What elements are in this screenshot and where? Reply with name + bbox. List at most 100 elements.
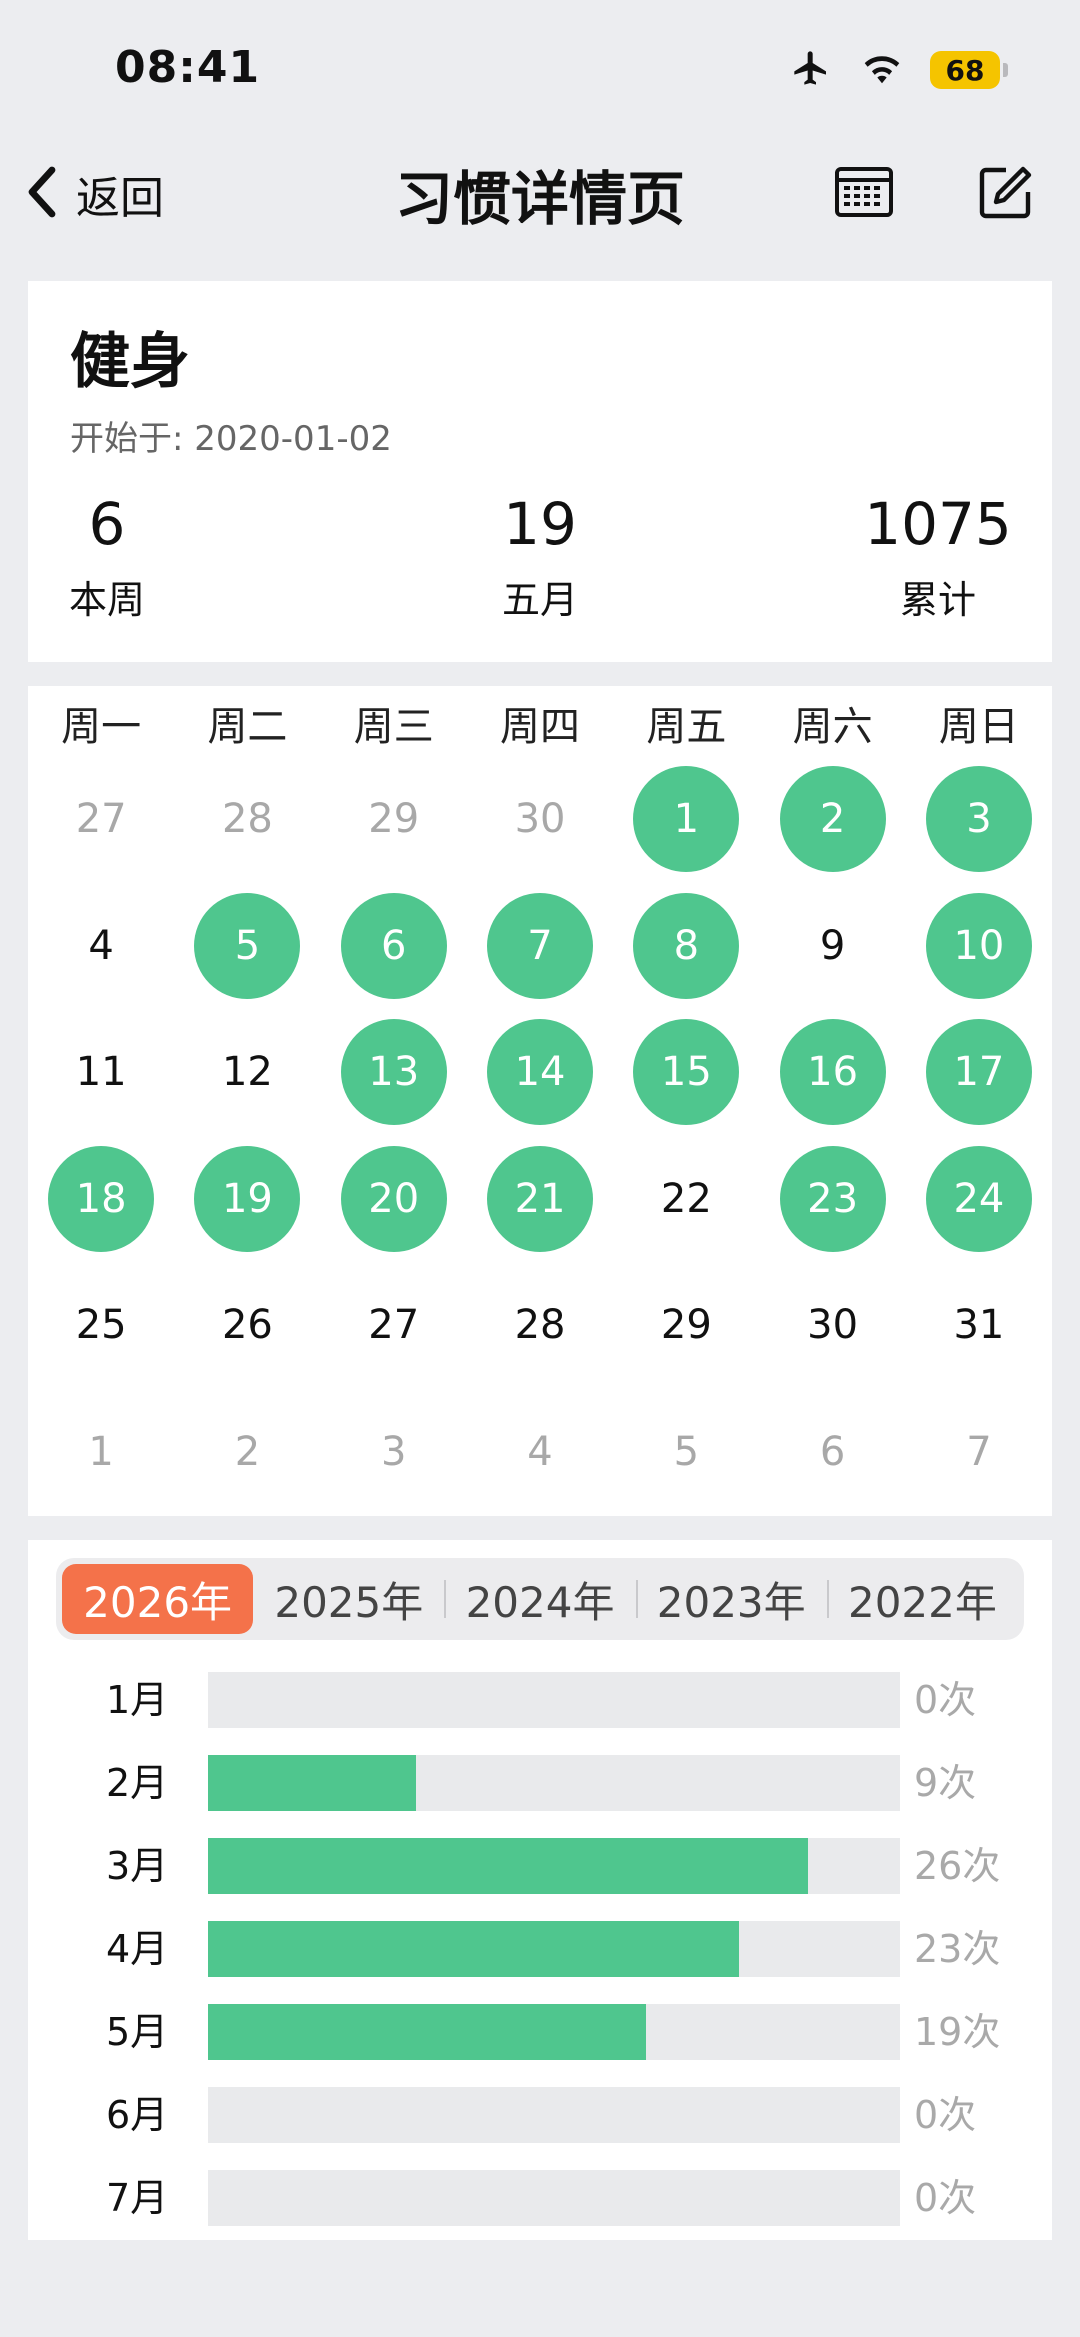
calendar-day-number: 3 xyxy=(381,1428,407,1475)
calendar-day-number: 24 xyxy=(925,1145,1032,1252)
calendar-day[interactable]: 3 xyxy=(321,1389,467,1516)
calendar-day-number: 15 xyxy=(633,1019,740,1126)
calendar-day[interactable]: 12 xyxy=(174,1009,320,1136)
calendar-day[interactable]: 1 xyxy=(28,1389,174,1516)
status-time: 08:41 xyxy=(115,42,261,93)
calendar-day-checked[interactable]: 21 xyxy=(467,1136,613,1263)
calendar-day[interactable]: 30 xyxy=(759,1262,905,1389)
calendar-day-checked[interactable]: 5 xyxy=(174,883,320,1010)
calendar-day[interactable]: 22 xyxy=(613,1136,759,1263)
calendar-day[interactable]: 4 xyxy=(28,883,174,1010)
bar-category-label: 3月 xyxy=(106,1844,169,1888)
calendar-day[interactable]: 31 xyxy=(906,1262,1052,1389)
calendar-day-number: 29 xyxy=(368,796,420,843)
bar-track xyxy=(208,1921,900,1977)
year-tab[interactable]: 2023年 xyxy=(635,1564,827,1634)
calendar-day-number: 2 xyxy=(779,766,886,873)
calendar-day-number: 20 xyxy=(340,1145,447,1252)
year-tab[interactable]: 2026年 xyxy=(62,1564,254,1634)
calendar-day-checked[interactable]: 16 xyxy=(759,1009,905,1136)
calendar-day-number: 3 xyxy=(925,766,1032,873)
calendar-day[interactable]: 28 xyxy=(174,756,320,883)
calendar-day-checked[interactable]: 17 xyxy=(906,1009,1052,1136)
calendar-day[interactable]: 6 xyxy=(759,1389,905,1516)
bar-row: 6月 0次 xyxy=(28,2087,1052,2170)
calendar-day[interactable]: 27 xyxy=(321,1262,467,1389)
stat-total: 1075 累计 xyxy=(848,490,1028,624)
stat-value: 1075 xyxy=(864,490,1012,558)
status-bar: 08:41 68 xyxy=(0,0,1080,140)
calendar-day[interactable]: 25 xyxy=(28,1262,174,1389)
calendar-day-number: 8 xyxy=(633,892,740,999)
calendar-day[interactable]: 26 xyxy=(174,1262,320,1389)
calendar-day-number: 4 xyxy=(527,1428,553,1475)
calendar-day-number: 23 xyxy=(779,1145,886,1252)
calendar-day-checked[interactable]: 10 xyxy=(906,883,1052,1010)
calendar-day-number: 25 xyxy=(75,1302,127,1349)
bar-value-label: 23次 xyxy=(914,1927,1001,1971)
bar-row: 1月 0次 xyxy=(28,1672,1052,1755)
calendar-day-checked[interactable]: 1 xyxy=(613,756,759,883)
bar-category-label: 5月 xyxy=(106,2010,169,2054)
calendar-day-checked[interactable]: 15 xyxy=(613,1009,759,1136)
habit-start-date: 开始于: 2020-01-02 xyxy=(70,419,392,459)
calendar-day-checked[interactable]: 18 xyxy=(28,1136,174,1263)
calendar-day[interactable]: 7 xyxy=(906,1389,1052,1516)
calendar-day-number: 30 xyxy=(807,1302,859,1349)
calendar-day[interactable]: 4 xyxy=(467,1389,613,1516)
bar-row: 2月 9次 xyxy=(28,1755,1052,1838)
calendar-day[interactable]: 27 xyxy=(28,756,174,883)
year-tab[interactable]: 2024年 xyxy=(444,1564,635,1634)
calendar-day-number: 7 xyxy=(487,892,594,999)
calendar-day-number: 6 xyxy=(340,892,447,999)
calendar-day-checked[interactable]: 20 xyxy=(321,1136,467,1263)
calendar-day-checked[interactable]: 23 xyxy=(759,1136,905,1263)
calendar-day-checked[interactable]: 6 xyxy=(321,883,467,1010)
bar-row: 5月 19次 xyxy=(28,2004,1052,2087)
calendar-grid: 周一 周二 周三 周四 周五 周六 周日 27 28 29 30 1 2 3 4 5 6 7 8 9 10 11 12 13 1… xyxy=(28,686,1052,1516)
edit-button[interactable] xyxy=(974,162,1038,226)
calendar-day-number: 28 xyxy=(221,796,273,843)
calendar-day[interactable]: 30 xyxy=(467,756,613,883)
stat-this-week: 6 本周 xyxy=(54,492,160,624)
bar-row: 4月 23次 xyxy=(28,1921,1052,2004)
calendar-day-checked[interactable]: 19 xyxy=(174,1136,320,1263)
habit-summary-card: 健身 开始于: 2020-01-02 6 本周 19 五月 1075 累计 xyxy=(28,281,1052,662)
bar-track xyxy=(208,1838,900,1894)
calendar-day[interactable]: 5 xyxy=(613,1389,759,1516)
bar-track xyxy=(208,1672,900,1728)
calendar-day-number: 18 xyxy=(48,1145,155,1252)
calendar-day-checked[interactable]: 13 xyxy=(321,1009,467,1136)
weekday-header: 周日 xyxy=(938,704,1019,750)
calendar-day-checked[interactable]: 2 xyxy=(759,756,905,883)
year-tab[interactable]: 2022年 xyxy=(826,1564,1018,1634)
calendar-day[interactable]: 29 xyxy=(321,756,467,883)
calendar-day-checked[interactable]: 8 xyxy=(613,883,759,1010)
calendar-day-number: 6 xyxy=(819,1428,846,1475)
bar xyxy=(208,1838,808,1894)
calendar-day-checked[interactable]: 7 xyxy=(467,883,613,1010)
habit-name: 健身 xyxy=(70,327,190,397)
year-tab[interactable]: 2025年 xyxy=(253,1564,444,1634)
bar-category-label: 4月 xyxy=(106,1927,169,1971)
bar-track xyxy=(208,1755,900,1811)
bar-value-label: 9次 xyxy=(914,1761,977,1805)
calendar-grid-button[interactable] xyxy=(832,162,896,226)
calendar-day[interactable]: 9 xyxy=(759,883,905,1010)
calendar-day-number: 19 xyxy=(194,1145,301,1252)
calendar-day[interactable]: 28 xyxy=(467,1262,613,1389)
bar-category-label: 6月 xyxy=(106,2093,169,2137)
calendar-day[interactable]: 2 xyxy=(174,1389,320,1516)
calendar-day[interactable]: 11 xyxy=(28,1009,174,1136)
calendar-day-checked[interactable]: 14 xyxy=(467,1009,613,1136)
stat-label: 本周 xyxy=(68,577,145,622)
calendar-day-number: 13 xyxy=(340,1019,447,1126)
calendar-day-number: 26 xyxy=(221,1302,273,1349)
wifi-icon xyxy=(860,50,904,90)
calendar-day[interactable]: 29 xyxy=(613,1262,759,1389)
calendar-day-checked[interactable]: 24 xyxy=(906,1136,1052,1263)
calendar-day-number: 22 xyxy=(660,1175,712,1222)
bar-value-label: 26次 xyxy=(914,1844,1001,1888)
weekday-header: 周二 xyxy=(207,704,288,750)
calendar-day-checked[interactable]: 3 xyxy=(906,756,1052,883)
